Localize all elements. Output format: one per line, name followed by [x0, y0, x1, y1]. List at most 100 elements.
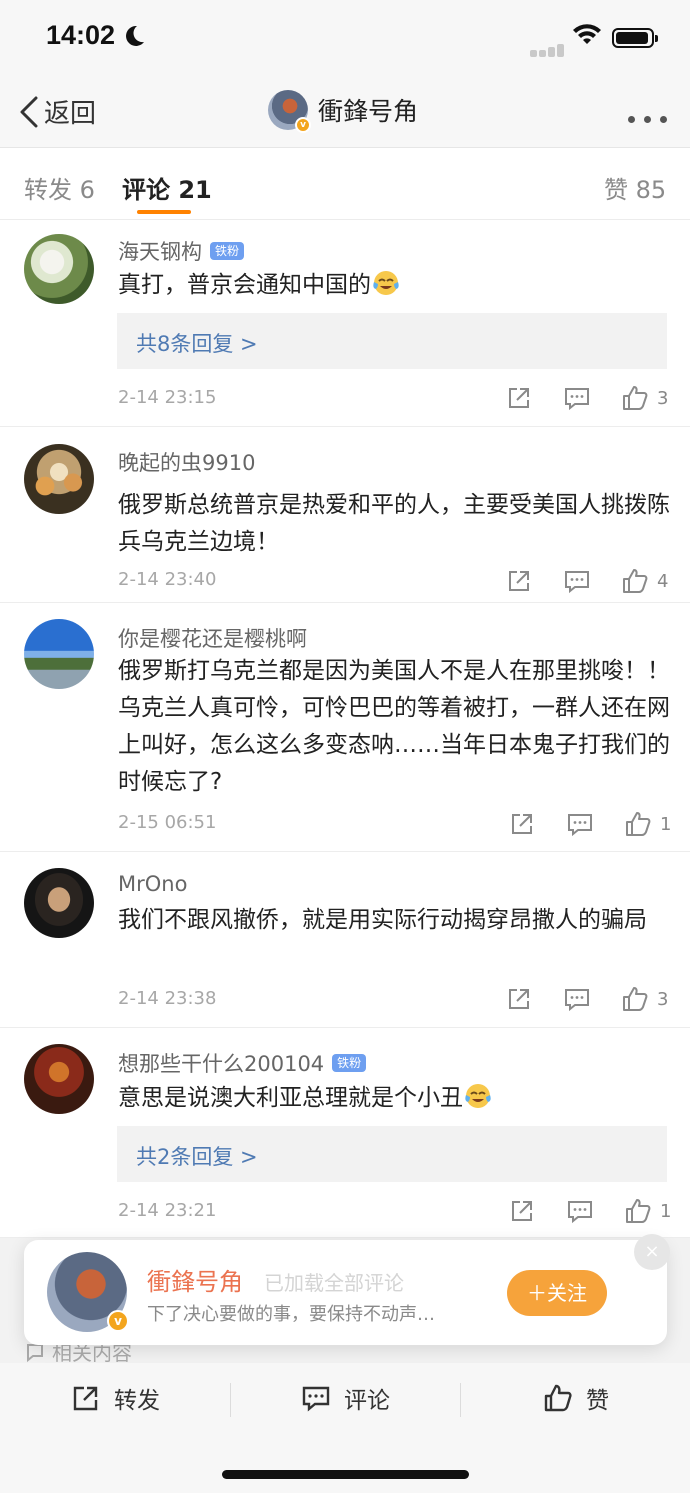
tab-bar: 转发 6 评论 21 赞 85 [0, 148, 690, 220]
comment-actions: 3 [505, 985, 668, 1013]
tab-repost[interactable]: 转发 6 [24, 170, 95, 205]
crying-laughing-emoji-icon [465, 1084, 491, 1108]
divider [460, 1383, 461, 1417]
comment-time: 2-14 23:21 [118, 1200, 217, 1221]
comment-author[interactable]: 海天钢构 [118, 236, 202, 266]
comment-author-row: MrOno [118, 872, 187, 896]
status-time: 14:02 [46, 20, 116, 50]
comment-body: 意思是说澳大利亚总理就是个小丑 [118, 1085, 463, 1111]
comment-item: MrOno 我们不跟风撤侨，就是用实际行动揭穿昂撒人的骗局 2-14 23:38… [0, 852, 690, 1028]
close-icon[interactable]: × [634, 1234, 670, 1270]
home-indicator [222, 1470, 469, 1479]
comment-button[interactable]: 评论 [302, 1381, 390, 1415]
replies-link[interactable]: 共8条回复 > [117, 313, 667, 369]
nav-bar: 返回 v 衝鋒号角 [0, 76, 690, 148]
comment-text: 真打，普京会通知中国的 [118, 267, 673, 304]
comment-label: 评论 [344, 1388, 390, 1414]
comment-actions: 3 [505, 384, 668, 412]
like-label: 赞 [586, 1388, 609, 1414]
comment-text: 俄罗斯总统普京是热爱和平的人，主要受美国人挑拨陈兵乌克兰边境！ [118, 492, 670, 555]
fan-badge: 铁粉 [210, 242, 245, 260]
comment-icon[interactable] [563, 985, 591, 1013]
follow-button[interactable]: ＋关注 [507, 1270, 607, 1316]
like-count: 1 [660, 813, 672, 835]
comment-author-row: 想那些干什么200104 铁粉 [118, 1048, 367, 1078]
comment-item: 想那些干什么200104 铁粉 意思是说澳大利亚总理就是个小丑 共2条回复 > … [0, 1028, 690, 1238]
avatar[interactable] [24, 1044, 94, 1114]
tab-comments[interactable]: 评论 21 [122, 170, 212, 205]
chevron-left-icon [20, 96, 38, 127]
comment-actions: 1 [508, 1197, 671, 1225]
page-title: 衝鋒号角 [318, 97, 419, 126]
like-count: 1 [660, 1200, 672, 1222]
comment-time: 2-14 23:40 [118, 569, 217, 590]
repost-label: 转发 [114, 1388, 160, 1414]
avatar[interactable] [24, 444, 94, 514]
tab-likes[interactable]: 赞 85 [604, 170, 666, 205]
comment-author[interactable]: 你是樱花还是樱桃啊 [118, 623, 307, 653]
verified-icon: v [295, 117, 311, 133]
comment-time: 2-15 06:51 [118, 812, 217, 833]
all-comments-loaded-text: 已加载全部评论 [264, 1271, 404, 1295]
thumbs-up-icon[interactable] [624, 1197, 652, 1225]
comment-list: 海天钢构 铁粉 真打，普京会通知中国的 共8条回复 > 2-14 23:15 3… [0, 220, 690, 1238]
thumbs-up-icon[interactable] [621, 985, 649, 1013]
follow-card-name[interactable]: 衝鋒号角 [147, 1262, 243, 1297]
comment-icon[interactable] [563, 384, 591, 412]
comment-icon[interactable] [566, 1197, 594, 1225]
avatar[interactable] [24, 234, 94, 304]
back-button[interactable]: 返回 [18, 93, 96, 130]
avatar[interactable] [24, 868, 94, 938]
cellular-signal-icon [530, 38, 566, 57]
fan-badge: 铁粉 [332, 1054, 367, 1072]
like-count: 3 [657, 988, 669, 1010]
more-icon[interactable] [628, 108, 676, 127]
share-icon[interactable] [505, 567, 533, 595]
status-bar: 14:02 [0, 0, 690, 76]
comment-item: 海天钢构 铁粉 真打，普京会通知中国的 共8条回复 > 2-14 23:15 3 [0, 220, 690, 427]
comment-time: 2-14 23:38 [118, 988, 217, 1009]
share-icon[interactable] [508, 810, 536, 838]
comment-author[interactable]: 晚起的虫9910 [118, 447, 255, 477]
like-button[interactable]: 赞 [544, 1381, 609, 1415]
replies-link[interactable]: 共2条回复 > [117, 1126, 667, 1182]
thumbs-up-icon[interactable] [624, 810, 652, 838]
battery-icon [612, 28, 658, 48]
wifi-icon [573, 24, 601, 44]
thumbs-up-icon[interactable] [621, 384, 649, 412]
comment-time: 2-14 23:15 [118, 387, 217, 408]
comment-actions: 1 [508, 810, 671, 838]
back-label: 返回 [44, 99, 97, 129]
verified-icon: v [107, 1310, 129, 1332]
comment-item: 晚起的虫9910 俄罗斯总统普京是热爱和平的人，主要受美国人挑拨陈兵乌克兰边境！… [0, 427, 690, 603]
share-icon[interactable] [505, 384, 533, 412]
comment-author[interactable]: MrOno [118, 872, 187, 896]
comment-icon [302, 1386, 330, 1412]
crying-laughing-emoji-icon [373, 271, 399, 295]
tab-indicator [137, 210, 191, 214]
follow-card[interactable]: v 衝鋒号角 已加载全部评论 下了决心要做的事，要保持不动声… ＋关注 × [24, 1234, 670, 1345]
comment-icon[interactable] [563, 567, 591, 595]
share-icon [73, 1386, 98, 1411]
like-count: 3 [657, 387, 669, 409]
avatar: v [268, 90, 311, 133]
avatar[interactable] [24, 619, 94, 689]
share-icon[interactable] [508, 1197, 536, 1225]
bottom-toolbar: 转发 评论 赞 [0, 1363, 690, 1493]
comment-text: 俄罗斯打乌克兰都是因为美国人不是人在那里挑唆！！乌克兰人真可怜，可怜巴巴的等着被… [118, 658, 670, 795]
comment-author-row: 晚起的虫9910 [118, 447, 255, 477]
comment-author[interactable]: 想那些干什么200104 [118, 1048, 324, 1078]
nav-account[interactable]: v 衝鋒号角 [268, 90, 419, 133]
comment-actions: 4 [505, 567, 668, 595]
follow-card-description: 下了决心要做的事，要保持不动声… [147, 1304, 435, 1325]
divider [230, 1383, 231, 1417]
like-count: 4 [657, 570, 669, 592]
comment-item: 你是樱花还是樱桃啊 俄罗斯打乌克兰都是因为美国人不是人在那里挑唆！！乌克兰人真可… [0, 603, 690, 852]
repost-button[interactable]: 转发 [72, 1381, 160, 1415]
comment-body: 真打，普京会通知中国的 [118, 272, 371, 298]
comment-text: 我们不跟风撤侨，就是用实际行动揭穿昂撒人的骗局 [118, 907, 647, 933]
comment-icon[interactable] [566, 810, 594, 838]
share-icon[interactable] [505, 985, 533, 1013]
comment-text: 意思是说澳大利亚总理就是个小丑 [118, 1080, 673, 1117]
thumbs-up-icon[interactable] [621, 567, 649, 595]
